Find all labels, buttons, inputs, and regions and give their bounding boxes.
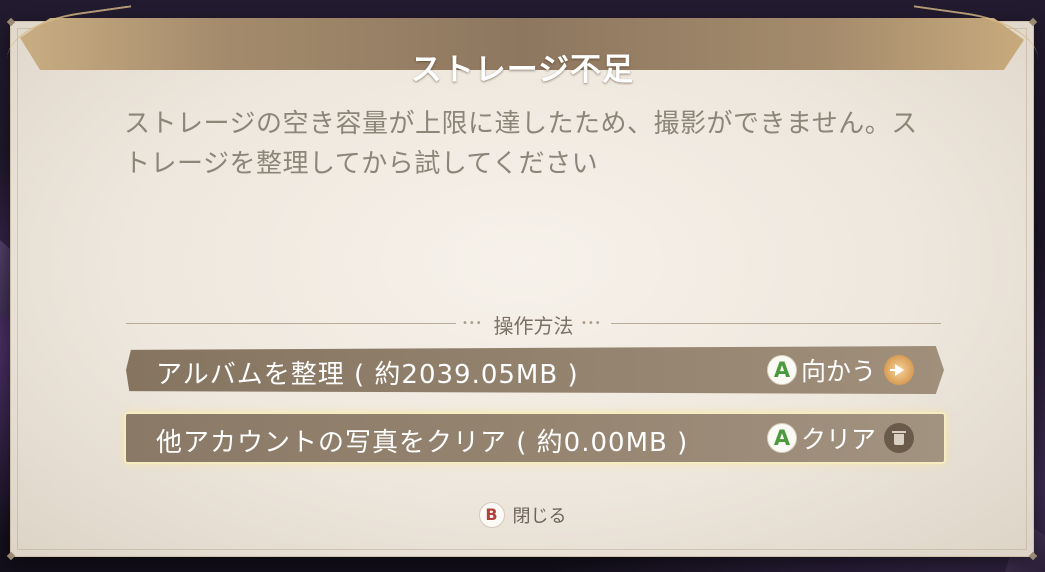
dialog-title: ストレージ不足 xyxy=(410,52,635,88)
section-label: 操作方法 xyxy=(493,314,574,338)
organize-album-option[interactable]: アルバムを整理 ( 約2039.05MB ) A 向かう xyxy=(126,346,944,394)
action-text: 向かう xyxy=(800,357,876,386)
option-label: アルバムを整理 ( 約2039.05MB ) xyxy=(156,360,579,390)
a-button-icon: A xyxy=(766,423,797,453)
clear-other-account-photos-option[interactable]: 他アカウントの写真をクリア ( 約0.00MB ) A クリア xyxy=(126,414,944,462)
action-text: クリア xyxy=(800,425,876,454)
option-label: 他アカウントの写真をクリア ( 約0.00MB ) xyxy=(156,428,689,458)
close-button[interactable]: B 閉じる xyxy=(0,500,1045,530)
b-button-icon: B xyxy=(478,502,505,528)
arrow-right-icon xyxy=(884,355,914,385)
option-action: A 向かう xyxy=(766,353,914,387)
dialog-message: ストレージの空き容量が上限に達したため、撮影ができません。ストレージを整理してか… xyxy=(124,109,918,179)
section-header: ••• 操作方法 ••• xyxy=(126,310,941,338)
storage-dialog xyxy=(11,22,1033,556)
divider-dots: ••• xyxy=(581,318,602,329)
option-action: A クリア xyxy=(766,421,914,455)
a-button-icon: A xyxy=(766,355,797,385)
trash-icon xyxy=(884,423,914,453)
divider-line xyxy=(611,323,941,324)
close-label: 閉じる xyxy=(512,506,567,527)
